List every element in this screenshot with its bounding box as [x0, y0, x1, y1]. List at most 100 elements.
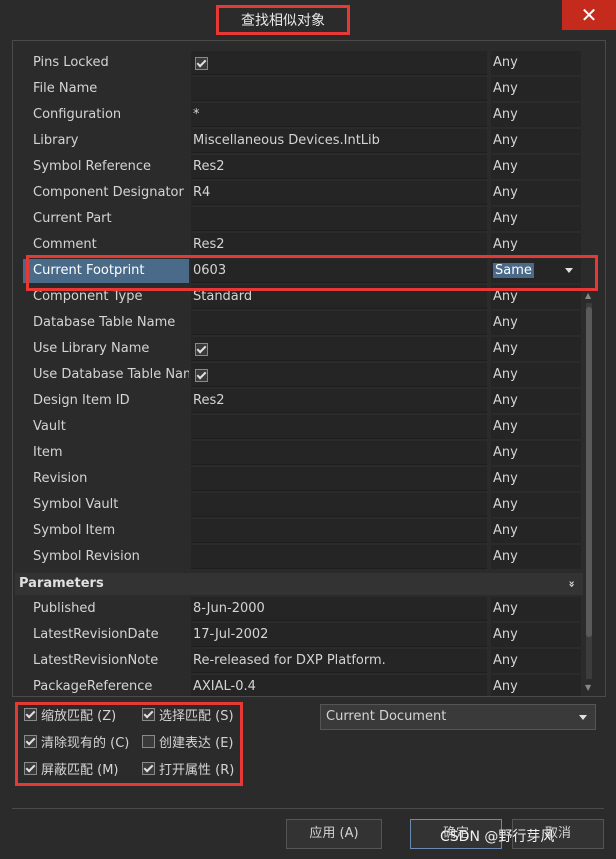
mask-matching-option[interactable]: 屏蔽匹配 (M): [24, 761, 119, 781]
property-row[interactable]: Item Any: [23, 441, 583, 465]
property-row[interactable]: LatestRevisionDate 17-Jul-2002 Any: [23, 623, 583, 647]
section-title: Parameters: [19, 576, 104, 591]
match-operator[interactable]: Any: [491, 467, 581, 491]
options-group: 缩放匹配 (Z) 选择匹配 (S) 清除现有的 (C) 创建表达 (E) 屏蔽匹…: [15, 702, 243, 786]
match-operator[interactable]: Any: [491, 389, 581, 413]
match-operator[interactable]: Any: [491, 181, 581, 205]
property-row[interactable]: Library Miscellaneous Devices.IntLib Any: [23, 129, 583, 153]
open-properties-checkbox[interactable]: [142, 762, 155, 775]
property-row[interactable]: Symbol Item Any: [23, 519, 583, 543]
property-row[interactable]: Use Database Table Name Any: [23, 363, 583, 387]
property-row[interactable]: Component Designator R4 Any: [23, 181, 583, 205]
match-operator[interactable]: Any: [491, 103, 581, 127]
match-operator[interactable]: Any: [491, 77, 581, 101]
property-value[interactable]: Miscellaneous Devices.IntLib: [191, 129, 487, 153]
match-operator[interactable]: Any: [491, 233, 581, 257]
property-value[interactable]: Res2: [191, 233, 487, 257]
property-value[interactable]: [191, 493, 487, 517]
match-operator[interactable]: Any: [491, 207, 581, 231]
property-row[interactable]: Published 8-Jun-2000 Any: [23, 597, 583, 621]
match-operator[interactable]: Any: [491, 675, 581, 696]
property-value[interactable]: [191, 77, 487, 101]
property-row[interactable]: Configuration * Any: [23, 103, 583, 127]
apply-button[interactable]: 应用 (A): [286, 819, 382, 849]
property-row[interactable]: Vault Any: [23, 415, 583, 439]
property-row[interactable]: PackageReference AXIAL-0.4 Any: [23, 675, 583, 696]
match-operator[interactable]: Any: [491, 649, 581, 673]
match-operator-label: Any: [493, 315, 518, 330]
property-value[interactable]: 17-Jul-2002: [191, 623, 487, 647]
property-row[interactable]: Symbol Revision Any: [23, 545, 583, 569]
match-operator[interactable]: Any: [491, 155, 581, 179]
match-operator[interactable]: Any: [491, 415, 581, 439]
property-row[interactable]: Database Table Name Any: [23, 311, 583, 335]
match-operator-label: Any: [493, 679, 518, 694]
checkbox[interactable]: [195, 57, 208, 70]
create-expression-label: 创建表达 (E): [159, 736, 234, 751]
property-name: Comment: [23, 233, 189, 257]
property-value[interactable]: [191, 363, 487, 387]
create-expression-option[interactable]: 创建表达 (E): [142, 734, 234, 754]
property-row[interactable]: Comment Res2 Any: [23, 233, 583, 257]
property-row[interactable]: Current Part Any: [23, 207, 583, 231]
property-value[interactable]: [191, 519, 487, 543]
property-value[interactable]: Res2: [191, 155, 487, 179]
match-operator[interactable]: Any: [491, 623, 581, 647]
property-value[interactable]: [191, 337, 487, 361]
vertical-scrollbar[interactable]: [586, 303, 592, 679]
property-value[interactable]: [191, 311, 487, 335]
parameters-section-header[interactable]: Parameters »: [15, 573, 583, 595]
match-operator[interactable]: Any: [491, 337, 581, 361]
checkbox[interactable]: [195, 369, 208, 382]
property-value[interactable]: [191, 545, 487, 569]
property-row[interactable]: File Name Any: [23, 77, 583, 101]
clear-existing-option[interactable]: 清除现有的 (C): [24, 734, 129, 754]
create-expression-checkbox[interactable]: [142, 735, 155, 748]
property-value[interactable]: [191, 415, 487, 439]
match-operator[interactable]: Any: [491, 311, 581, 335]
scrollbar-thumb[interactable]: [586, 307, 592, 637]
property-value[interactable]: Res2: [191, 389, 487, 413]
property-row[interactable]: Use Library Name Any: [23, 337, 583, 361]
property-name: Configuration: [23, 103, 189, 127]
property-value[interactable]: AXIAL-0.4: [191, 675, 487, 696]
mask-matching-checkbox[interactable]: [24, 762, 37, 775]
scroll-up-icon[interactable]: ▲: [585, 291, 591, 300]
property-value[interactable]: [191, 441, 487, 465]
close-button[interactable]: ✕: [562, 0, 616, 30]
property-row[interactable]: Symbol Vault Any: [23, 493, 583, 517]
match-operator[interactable]: Any: [491, 441, 581, 465]
match-operator[interactable]: Any: [491, 51, 581, 75]
select-matching-option[interactable]: 选择匹配 (S): [142, 707, 234, 727]
zoom-matching-option[interactable]: 缩放匹配 (Z): [24, 707, 116, 727]
property-name: Vault: [23, 415, 189, 439]
property-row[interactable]: Symbol Reference Res2 Any: [23, 155, 583, 179]
clear-existing-checkbox[interactable]: [24, 735, 37, 748]
property-value[interactable]: R4: [191, 181, 487, 205]
match-operator-label: Any: [493, 445, 518, 460]
open-properties-option[interactable]: 打开属性 (R): [142, 761, 234, 781]
property-row[interactable]: LatestRevisionNote Re-released for DXP Pl…: [23, 649, 583, 673]
property-row[interactable]: Revision Any: [23, 467, 583, 491]
property-row[interactable]: Design Item ID Res2 Any: [23, 389, 583, 413]
checkbox[interactable]: [195, 343, 208, 356]
collapse-icon[interactable]: »: [560, 580, 582, 587]
match-operator[interactable]: Any: [491, 545, 581, 569]
zoom-matching-checkbox[interactable]: [24, 708, 37, 721]
match-operator-label: Any: [493, 601, 518, 616]
property-value[interactable]: 8-Jun-2000: [191, 597, 487, 621]
match-operator[interactable]: Any: [491, 493, 581, 517]
property-value[interactable]: [191, 467, 487, 491]
match-operator[interactable]: Any: [491, 597, 581, 621]
property-value[interactable]: *: [191, 103, 487, 127]
property-value[interactable]: [191, 51, 487, 75]
select-matching-checkbox[interactable]: [142, 708, 155, 721]
match-operator[interactable]: Any: [491, 363, 581, 387]
scope-dropdown[interactable]: Current Document: [320, 704, 596, 730]
property-value[interactable]: [191, 207, 487, 231]
property-row[interactable]: Pins Locked Any: [23, 51, 583, 75]
match-operator[interactable]: Any: [491, 519, 581, 543]
property-value[interactable]: Re-released for DXP Platform.: [191, 649, 487, 673]
match-operator[interactable]: Any: [491, 129, 581, 153]
scroll-down-icon[interactable]: ▼: [585, 683, 591, 692]
